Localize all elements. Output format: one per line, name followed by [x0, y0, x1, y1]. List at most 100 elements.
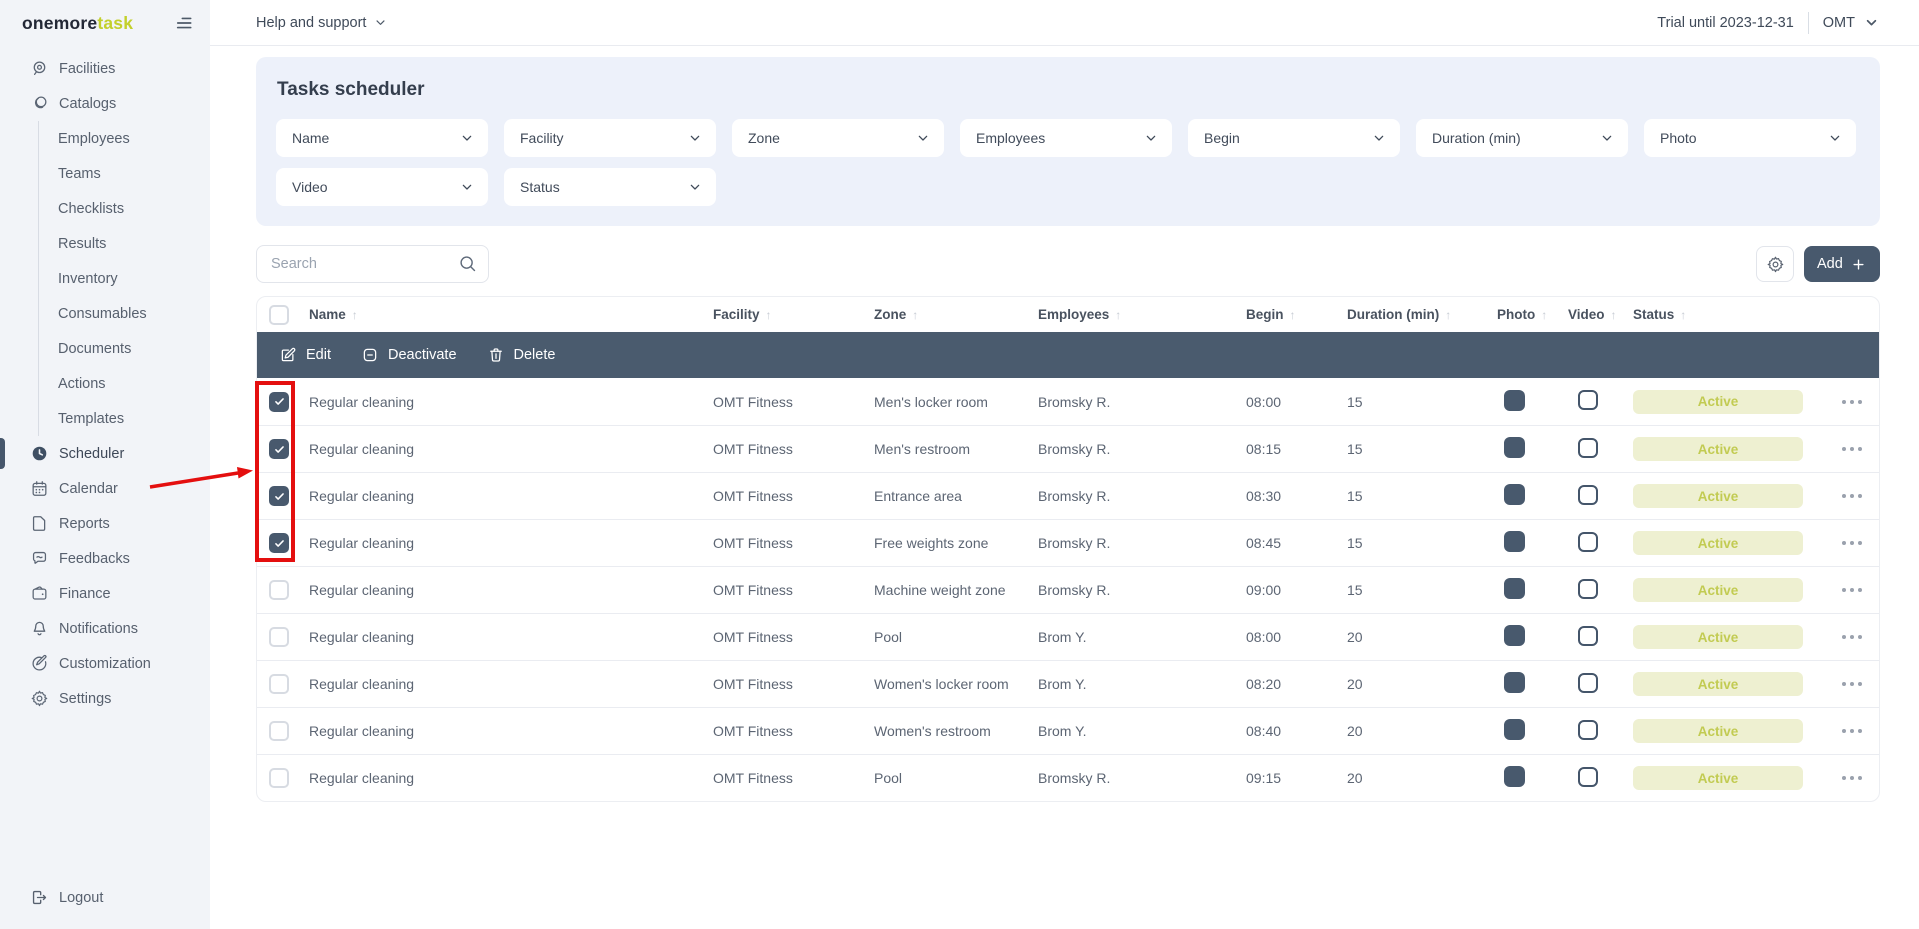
- row-actions-menu[interactable]: [1842, 394, 1864, 410]
- sidebar-item-customization[interactable]: Customization: [0, 646, 210, 681]
- chevron-down-icon: [1863, 14, 1880, 31]
- row-actions-menu[interactable]: [1842, 535, 1864, 551]
- sidebar-item-results[interactable]: Results: [38, 226, 210, 261]
- video-checkbox[interactable]: [1578, 531, 1598, 552]
- video-checkbox[interactable]: [1578, 437, 1598, 458]
- video-checkbox[interactable]: [1578, 672, 1598, 693]
- row-actions-menu[interactable]: [1842, 629, 1864, 645]
- photo-checkbox-checked[interactable]: [1504, 719, 1525, 740]
- photo-checkbox-checked[interactable]: [1504, 766, 1525, 787]
- row-checkbox[interactable]: [269, 391, 289, 412]
- finance-icon: [30, 584, 49, 603]
- row-actions-menu[interactable]: [1842, 723, 1864, 739]
- sidebar-item-inventory[interactable]: Inventory: [38, 261, 210, 296]
- cell-name: Regular cleaning: [309, 393, 415, 410]
- sidebar-item-label: Facilities: [59, 60, 116, 77]
- video-checkbox[interactable]: [1578, 390, 1598, 410]
- column-header-begin[interactable]: Begin ↑: [1246, 307, 1347, 322]
- photo-checkbox-checked[interactable]: [1504, 531, 1525, 552]
- photo-checkbox-checked[interactable]: [1504, 484, 1525, 505]
- photo-checkbox-checked[interactable]: [1504, 437, 1525, 458]
- status-badge: Active: [1633, 672, 1803, 696]
- filter-dropdown-employees[interactable]: Employees: [960, 119, 1172, 157]
- column-header-zone[interactable]: Zone ↑: [874, 307, 1038, 322]
- delete-button[interactable]: Delete: [487, 346, 555, 364]
- edit-button[interactable]: Edit: [279, 346, 331, 364]
- filter-label: Zone: [748, 130, 780, 146]
- video-checkbox[interactable]: [1578, 625, 1598, 646]
- row-checkbox[interactable]: [269, 627, 289, 647]
- row-checkbox[interactable]: [269, 439, 289, 459]
- row-checkbox[interactable]: [269, 721, 289, 741]
- photo-checkbox-checked[interactable]: [1504, 625, 1525, 646]
- sidebar-item-label: Documents: [58, 340, 132, 357]
- sidebar-item-calendar[interactable]: Calendar: [0, 471, 210, 506]
- sidebar-item-actions[interactable]: Actions: [38, 366, 210, 401]
- video-checkbox[interactable]: [1578, 484, 1598, 505]
- cell-duration: 15: [1347, 582, 1363, 598]
- photo-checkbox-checked[interactable]: [1504, 578, 1525, 599]
- cell-duration: 15: [1347, 393, 1363, 410]
- help-and-support-menu[interactable]: Help and support: [256, 15, 388, 31]
- sidebar-item-finance[interactable]: Finance: [0, 576, 210, 611]
- row-checkbox[interactable]: [269, 580, 289, 600]
- table-row: Regular cleaning OMT Fitness Pool Bromsky R…: [257, 754, 1879, 801]
- table-settings-button[interactable]: [1756, 246, 1794, 282]
- column-header-video[interactable]: Video ↑: [1568, 307, 1633, 322]
- logout-button[interactable]: Logout: [30, 888, 103, 907]
- photo-checkbox-checked[interactable]: [1504, 389, 1525, 411]
- filter-dropdown-name[interactable]: Name: [276, 119, 488, 157]
- menu-icon[interactable]: [174, 13, 194, 33]
- video-checkbox[interactable]: [1578, 578, 1598, 599]
- select-all-checkbox[interactable]: [269, 304, 289, 325]
- sidebar-item-reports[interactable]: Reports: [0, 506, 210, 541]
- filter-dropdown-begin[interactable]: Begin: [1188, 119, 1400, 157]
- cell-facility: OMT Fitness: [713, 488, 793, 504]
- column-header-name[interactable]: Name ↑: [309, 307, 713, 322]
- sidebar-item-notifications[interactable]: Notifications: [0, 611, 210, 646]
- search-input[interactable]: [256, 245, 489, 283]
- video-checkbox[interactable]: [1578, 766, 1598, 787]
- sidebar-item-employees[interactable]: Employees: [38, 121, 210, 156]
- row-actions-menu[interactable]: [1842, 441, 1864, 457]
- sidebar-item-scheduler[interactable]: Scheduler: [0, 436, 210, 471]
- deactivate-button[interactable]: Deactivate: [361, 346, 457, 364]
- sidebar-item-documents[interactable]: Documents: [38, 331, 210, 366]
- photo-checkbox-checked[interactable]: [1504, 672, 1525, 693]
- row-actions-menu[interactable]: [1842, 582, 1864, 598]
- cell-name: Regular cleaning: [309, 723, 415, 739]
- chevron-down-icon: [915, 130, 931, 146]
- row-checkbox[interactable]: [269, 486, 289, 506]
- filter-dropdown-video[interactable]: Video: [276, 168, 488, 206]
- sidebar-item-feedbacks[interactable]: Feedbacks: [0, 541, 210, 576]
- cell-zone: Women's locker room: [874, 676, 1009, 692]
- column-header-status[interactable]: Status ↑: [1633, 307, 1842, 322]
- column-header-facility[interactable]: Facility ↑: [713, 307, 874, 322]
- bulk-actions-bar: Edit Deactivate Delete: [257, 332, 1879, 378]
- video-checkbox[interactable]: [1578, 719, 1598, 740]
- sidebar-item-consumables[interactable]: Consumables: [38, 296, 210, 331]
- filter-dropdown-zone[interactable]: Zone: [732, 119, 944, 157]
- row-actions-menu[interactable]: [1842, 488, 1864, 504]
- filter-dropdown-photo[interactable]: Photo: [1644, 119, 1856, 157]
- row-checkbox[interactable]: [269, 674, 289, 694]
- row-checkbox[interactable]: [269, 768, 289, 788]
- toolbar-right: Add: [1756, 246, 1880, 282]
- filter-dropdown-status[interactable]: Status: [504, 168, 716, 206]
- sidebar-item-settings[interactable]: Settings: [0, 681, 210, 716]
- sidebar-item-teams[interactable]: Teams: [38, 156, 210, 191]
- column-header-duration-min[interactable]: Duration (min) ↑: [1347, 307, 1497, 322]
- sidebar-item-catalogs[interactable]: Catalogs: [0, 86, 210, 121]
- sidebar-item-checklists[interactable]: Checklists: [38, 191, 210, 226]
- column-header-photo[interactable]: Photo ↑: [1497, 307, 1568, 322]
- column-header-employees[interactable]: Employees ↑: [1038, 307, 1246, 322]
- row-checkbox[interactable]: [269, 533, 289, 553]
- sidebar-item-templates[interactable]: Templates: [38, 401, 210, 436]
- filter-dropdown-facility[interactable]: Facility: [504, 119, 716, 157]
- row-actions-menu[interactable]: [1842, 676, 1864, 692]
- row-actions-menu[interactable]: [1842, 770, 1864, 786]
- filter-dropdown-duration-min[interactable]: Duration (min): [1416, 119, 1628, 157]
- sidebar-item-facilities[interactable]: Facilities: [0, 51, 210, 86]
- add-button[interactable]: Add: [1804, 246, 1880, 282]
- account-menu[interactable]: OMT: [1823, 14, 1880, 31]
